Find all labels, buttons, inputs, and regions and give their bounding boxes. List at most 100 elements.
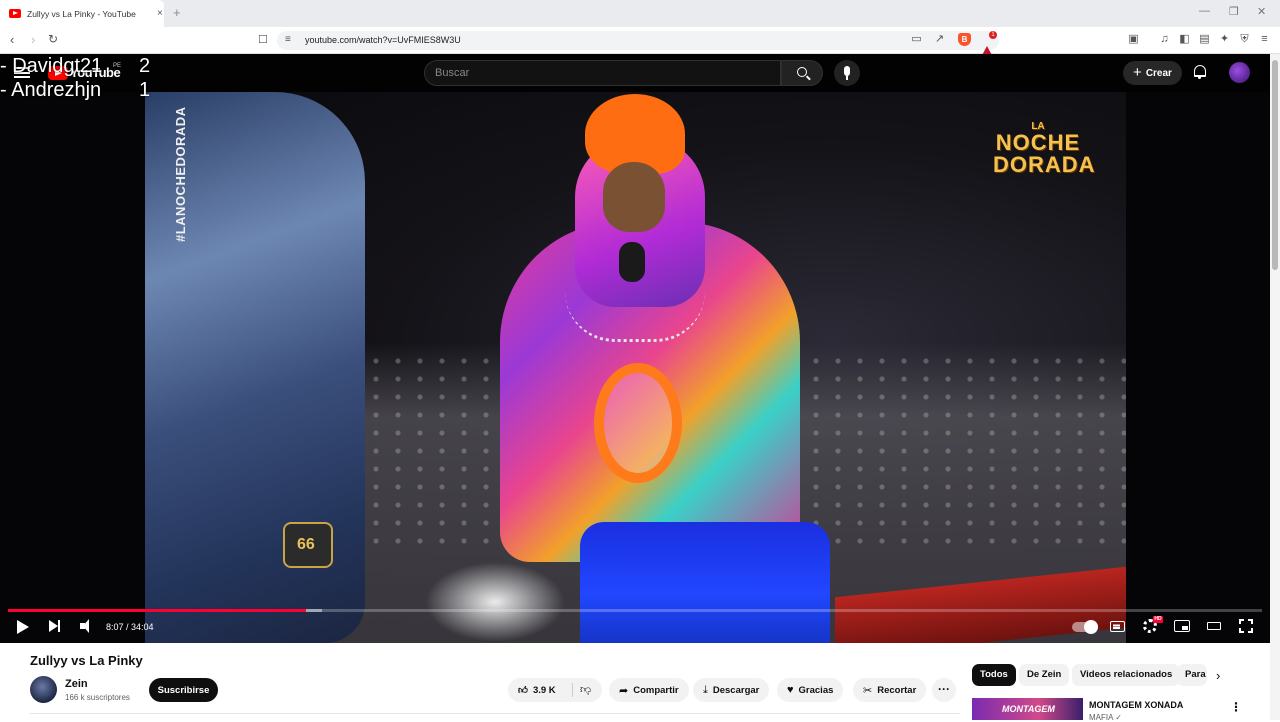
- like-dislike-group: 👍︎ 3.9 K 👎︎: [508, 678, 602, 702]
- logo-line3: DORADA: [993, 152, 1096, 177]
- create-button[interactable]: + Crear: [1123, 61, 1182, 85]
- hd-badge: HD: [1153, 616, 1163, 623]
- media-icon[interactable]: ♫: [1158, 33, 1171, 46]
- play-button[interactable]: [12, 618, 36, 636]
- dislike-button[interactable]: 👎︎: [580, 683, 591, 696]
- reload-icon[interactable]: ↻: [48, 32, 58, 46]
- reading-list-icon[interactable]: ◧: [1178, 33, 1191, 46]
- new-tab-button[interactable]: +: [173, 5, 181, 20]
- account-avatar[interactable]: [1229, 62, 1250, 83]
- share-icon[interactable]: ↗: [933, 33, 946, 46]
- subscribe-button[interactable]: Suscribirse: [149, 678, 218, 702]
- recommended-title[interactable]: MONTAGEM XONADA: [1089, 700, 1183, 710]
- subscriber-count: 166 k suscriptores: [65, 693, 130, 702]
- like-count: 3.9 K: [532, 684, 556, 696]
- la-noche-dorada-logo: LA NOCHE DORADA: [993, 122, 1096, 177]
- subtitles-icon[interactable]: [1110, 621, 1125, 632]
- search-input[interactable]: Buscar: [424, 60, 781, 86]
- autoplay-toggle[interactable]: [1072, 620, 1098, 634]
- vpn-icon[interactable]: ⛨: [1238, 33, 1251, 46]
- leo-ai-icon[interactable]: ✦: [1218, 33, 1231, 46]
- youtube-header: YouTube PE Buscar + Crear: [0, 54, 1270, 92]
- download-label: Descargar: [712, 684, 760, 696]
- logo-line2: NOCHE: [995, 130, 1081, 155]
- download-button[interactable]: ⤓ Descargar: [693, 678, 770, 702]
- video-player[interactable]: #LANOCHEDORADA 66 LA NOCHE DORADA YouTub…: [0, 54, 1270, 643]
- voice-search-button[interactable]: [834, 60, 860, 86]
- jacket-patch: 66: [283, 522, 333, 568]
- overlay-name-2: - Andrezhjn: [0, 79, 102, 101]
- scrollbar-thumb[interactable]: [1272, 60, 1278, 270]
- play-icon: [17, 620, 29, 634]
- back-icon[interactable]: ‹: [10, 32, 14, 47]
- search-button[interactable]: [781, 60, 823, 86]
- close-window-button[interactable]: ✕: [1257, 5, 1266, 18]
- chip-de-zein[interactable]: De Zein: [1019, 664, 1070, 686]
- chip-para[interactable]: Para: [1177, 664, 1207, 686]
- thanks-label: Gracias: [798, 684, 834, 696]
- search-icon: [797, 67, 807, 77]
- patch-text: 66: [297, 536, 315, 553]
- site-settings-icon[interactable]: ≡: [285, 34, 291, 45]
- sidebar-panel-icon[interactable]: ▣: [1127, 33, 1140, 46]
- rewards-badge: 1: [989, 31, 997, 39]
- thanks-button[interactable]: ♥ Gracias: [777, 678, 844, 702]
- download-icon: ⤓: [703, 683, 708, 696]
- menu-icon[interactable]: ≡: [1258, 33, 1271, 46]
- played-bar: [8, 609, 307, 612]
- bookmark-icon[interactable]: ☐: [258, 33, 268, 46]
- mute-button[interactable]: [75, 618, 99, 636]
- chip-related[interactable]: Videos relacionados: [1072, 664, 1181, 686]
- performer-pants: [580, 522, 830, 643]
- address-bar[interactable]: ≡ youtube.com/watch?v=UvFMIES8W3U: [277, 31, 999, 50]
- like-button[interactable]: 👍︎ 3.9 K: [518, 678, 556, 702]
- chip-todos[interactable]: Todos: [972, 664, 1016, 686]
- progress-bar[interactable]: [8, 609, 1262, 612]
- brave-shields-icon[interactable]: B: [958, 33, 971, 46]
- video-hashtag: #LANOCHEDORADA: [173, 106, 188, 242]
- notifications-bell-icon[interactable]: [1194, 65, 1206, 79]
- next-icon: [49, 620, 60, 632]
- like-separator: [572, 683, 573, 697]
- divider: [30, 713, 960, 720]
- tab-close-icon[interactable]: ×: [157, 8, 163, 19]
- channel-name[interactable]: Zein: [65, 678, 88, 690]
- page-scrollbar[interactable]: [1270, 54, 1280, 720]
- microphone: [619, 242, 645, 282]
- more-actions-button[interactable]: ···: [932, 678, 956, 702]
- recommended-channel[interactable]: MAFIA ✓: [1089, 713, 1122, 722]
- overlay-score-1: 2: [139, 55, 151, 77]
- miniplayer-icon[interactable]: [1174, 620, 1190, 632]
- volume-icon: [80, 619, 89, 633]
- chevron-right-icon[interactable]: ›: [1216, 668, 1220, 683]
- video-frame[interactable]: #LANOCHEDORADA 66 LA NOCHE DORADA: [145, 92, 1126, 643]
- cast-icon[interactable]: ▭: [910, 33, 923, 46]
- wallet-icon[interactable]: ▤: [1198, 33, 1211, 46]
- next-button[interactable]: [44, 618, 68, 636]
- performer-face: [603, 162, 665, 232]
- thumbs-up-icon: 👍︎: [518, 685, 528, 696]
- fullscreen-icon[interactable]: [1239, 619, 1253, 633]
- url-text[interactable]: youtube.com/watch?v=UvFMIES8W3U: [305, 35, 461, 45]
- theater-mode-icon[interactable]: [1207, 622, 1221, 630]
- clip-button[interactable]: ✂ Recortar: [853, 678, 927, 702]
- recommended-thumbnail[interactable]: MONTAGEM: [972, 698, 1083, 720]
- overlay-row-2: - Andrezhjn 1: [0, 78, 150, 102]
- country-code: PE: [113, 63, 122, 69]
- overlay-score-2: 1: [139, 79, 151, 101]
- browser-toolbar: ‹ › ↻ ☐ ≡ youtube.com/watch?v=UvFMIES8W3…: [0, 27, 1280, 57]
- forward-icon[interactable]: ›: [31, 32, 35, 47]
- channel-avatar[interactable]: [30, 676, 57, 703]
- create-label: Crear: [1145, 67, 1172, 79]
- browser-tab[interactable]: Zullyy vs La Pinky - YouTube ×: [0, 0, 164, 27]
- light-flare: [425, 562, 565, 642]
- share-button[interactable]: ➦ Compartir: [609, 678, 689, 702]
- browser-tab-bar: Zullyy vs La Pinky - YouTube × + — ❐ ✕: [0, 0, 1280, 27]
- restore-button[interactable]: ❐: [1229, 5, 1239, 18]
- clip-label: Recortar: [877, 684, 917, 696]
- search-placeholder: Buscar: [435, 67, 470, 79]
- minimize-button[interactable]: —: [1199, 5, 1210, 17]
- recommended-menu-icon[interactable]: ⋮: [1230, 700, 1242, 714]
- tab-title: Zullyy vs La Pinky - YouTube: [27, 8, 136, 19]
- scissors-icon: ✂: [863, 684, 873, 697]
